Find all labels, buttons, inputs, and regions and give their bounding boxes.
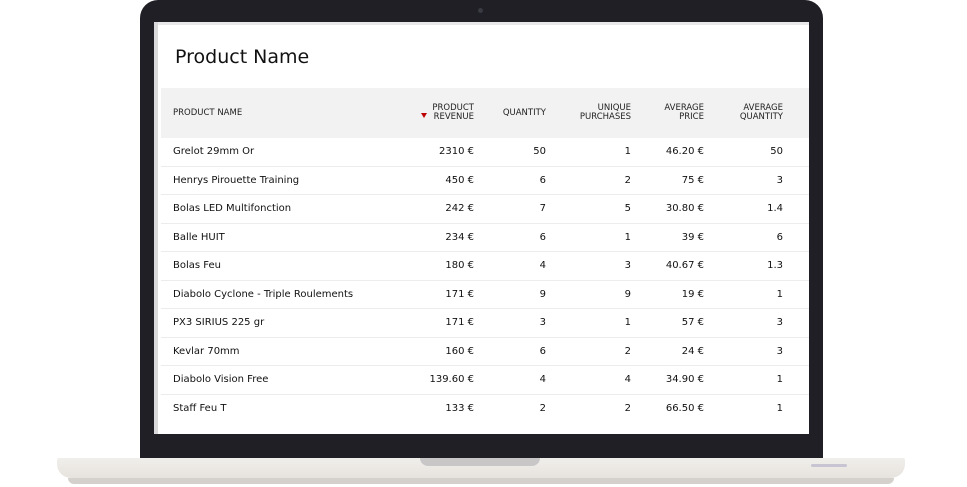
table-row[interactable]: Henrys Pirouette Training 450 € 6 2 75 €… bbox=[161, 166, 809, 195]
unique-purchases-cell: 2 bbox=[555, 166, 640, 195]
product-revenue-cell: 450 € bbox=[391, 166, 482, 195]
laptop-hinge-notch bbox=[420, 458, 540, 466]
table-row[interactable]: Balle HUIT 234 € 6 1 39 € 6 bbox=[161, 223, 809, 252]
average-quantity-cell: 50 bbox=[713, 138, 809, 167]
report-title: Product Name bbox=[175, 46, 310, 68]
quantity-cell: 6 bbox=[482, 223, 555, 252]
average-quantity-cell: 3 bbox=[713, 308, 809, 338]
sort-descending-icon bbox=[421, 113, 428, 118]
table-row[interactable]: Bolas Feu 180 € 4 3 40.67 € 1.3 bbox=[161, 251, 809, 281]
average-price-cell: 75 € bbox=[640, 166, 713, 195]
average-quantity-cell: 3 bbox=[713, 337, 809, 366]
average-price-cell: 24 € bbox=[640, 337, 713, 366]
product-name-cell: PX3 SIRIUS 225 gr bbox=[161, 308, 391, 338]
screen-left-edge bbox=[154, 22, 158, 434]
quantity-cell: 6 bbox=[482, 166, 555, 195]
quantity-cell: 3 bbox=[482, 308, 555, 338]
unique-purchases-cell: 4 bbox=[555, 365, 640, 395]
product-name-cell: Kevlar 70mm bbox=[161, 337, 391, 366]
table-row[interactable]: Diabolo Cyclone - Triple Roulements 171 … bbox=[161, 280, 809, 309]
average-price-cell: 34.90 € bbox=[640, 365, 713, 395]
unique-purchases-cell: 1 bbox=[555, 308, 640, 338]
unique-purchases-cell: 1 bbox=[555, 223, 640, 252]
average-price-cell: 40.67 € bbox=[640, 251, 713, 281]
product-name-cell: Staff Feu T bbox=[173, 402, 227, 414]
column-header-average-price[interactable]: AVERAGE PRICE bbox=[640, 88, 713, 138]
column-header-unique-purchases[interactable]: UNIQUE PURCHASES bbox=[555, 88, 640, 138]
quantity-cell: 7 bbox=[482, 194, 555, 224]
product-name-cell: Diabolo Vision Free bbox=[161, 365, 391, 395]
quantity-cell: 4 bbox=[482, 365, 555, 395]
quantity-cell: 2 bbox=[539, 402, 546, 414]
laptop-display-frame: Product Name PRODUCT NAME PRODUCT REVENU… bbox=[140, 0, 823, 461]
product-revenue-cell: 2310 € bbox=[391, 138, 482, 167]
screen-top-edge bbox=[154, 22, 809, 25]
table-row[interactable]: Grelot 29mm Or 2310 € 50 1 46.20 € 50 bbox=[161, 138, 809, 167]
quantity-cell: 50 bbox=[482, 138, 555, 167]
product-revenue-cell: 242 € bbox=[391, 194, 482, 224]
table-header-row: PRODUCT NAME PRODUCT REVENUE QUANTITY UN… bbox=[161, 88, 809, 138]
product-name-cell: Bolas LED Multifonction bbox=[161, 194, 391, 224]
quantity-cell: 4 bbox=[482, 251, 555, 281]
product-name-cell: Balle HUIT bbox=[161, 223, 391, 252]
product-revenue-cell: 133 € bbox=[445, 402, 474, 414]
unique-purchases-cell: 9 bbox=[555, 280, 640, 309]
table-row[interactable]: Staff Feu T 133 € 2 2 66.50 € 1 bbox=[161, 394, 809, 422]
average-quantity-cell: 6 bbox=[713, 223, 809, 252]
unique-purchases-cell: 1 bbox=[555, 138, 640, 167]
average-price-cell: 57 € bbox=[640, 308, 713, 338]
unique-purchases-cell: 2 bbox=[555, 337, 640, 366]
average-quantity-cell: 1.4 bbox=[713, 194, 809, 224]
quantity-cell: 9 bbox=[482, 280, 555, 309]
laptop-screen: Product Name PRODUCT NAME PRODUCT REVENU… bbox=[154, 22, 809, 434]
unique-purchases-cell: 5 bbox=[555, 194, 640, 224]
average-quantity-cell: 1 bbox=[713, 280, 809, 309]
average-quantity-cell: 1.3 bbox=[713, 251, 809, 281]
product-name-cell: Diabolo Cyclone - Triple Roulements bbox=[161, 280, 391, 309]
column-header-quantity[interactable]: QUANTITY bbox=[482, 88, 555, 138]
average-price-cell: 46.20 € bbox=[640, 138, 713, 167]
laptop-base bbox=[57, 458, 905, 478]
average-price-cell: 39 € bbox=[640, 223, 713, 252]
product-revenue-cell: 234 € bbox=[391, 223, 482, 252]
product-name-cell: Grelot 29mm Or bbox=[161, 138, 391, 167]
product-name-cell: Bolas Feu bbox=[161, 251, 391, 281]
column-header-average-quantity[interactable]: AVERAGE QUANTITY bbox=[713, 88, 809, 138]
unique-purchases-cell: 2 bbox=[624, 402, 631, 414]
product-revenue-cell: 139.60 € bbox=[391, 365, 482, 395]
product-report-table: PRODUCT NAME PRODUCT REVENUE QUANTITY UN… bbox=[161, 88, 809, 422]
table-row[interactable]: Diabolo Vision Free 139.60 € 4 4 34.90 €… bbox=[161, 365, 809, 395]
table-row[interactable]: PX3 SIRIUS 225 gr 171 € 3 1 57 € 3 bbox=[161, 308, 809, 338]
laptop-base-indicator bbox=[811, 464, 847, 467]
column-header-product-name[interactable]: PRODUCT NAME bbox=[161, 88, 391, 138]
laptop-base-shadow bbox=[68, 478, 894, 484]
average-price-cell: 19 € bbox=[640, 280, 713, 309]
column-header-label: PRODUCT REVENUE bbox=[432, 103, 474, 122]
quantity-cell: 6 bbox=[482, 337, 555, 366]
table-row[interactable]: Kevlar 70mm 160 € 6 2 24 € 3 bbox=[161, 337, 809, 366]
product-revenue-cell: 180 € bbox=[391, 251, 482, 281]
average-price-cell: 66.50 € bbox=[665, 402, 704, 414]
product-revenue-cell: 160 € bbox=[391, 337, 482, 366]
column-header-product-revenue[interactable]: PRODUCT REVENUE bbox=[391, 88, 482, 138]
camera-icon bbox=[478, 8, 483, 13]
product-name-cell: Henrys Pirouette Training bbox=[161, 166, 391, 195]
product-revenue-cell: 171 € bbox=[391, 308, 482, 338]
unique-purchases-cell: 3 bbox=[555, 251, 640, 281]
average-quantity-cell: 1 bbox=[713, 365, 809, 395]
average-quantity-cell: 1 bbox=[776, 402, 783, 414]
table-row[interactable]: Bolas LED Multifonction 242 € 7 5 30.80 … bbox=[161, 194, 809, 224]
average-price-cell: 30.80 € bbox=[640, 194, 713, 224]
product-revenue-cell: 171 € bbox=[391, 280, 482, 309]
average-quantity-cell: 3 bbox=[713, 166, 809, 195]
